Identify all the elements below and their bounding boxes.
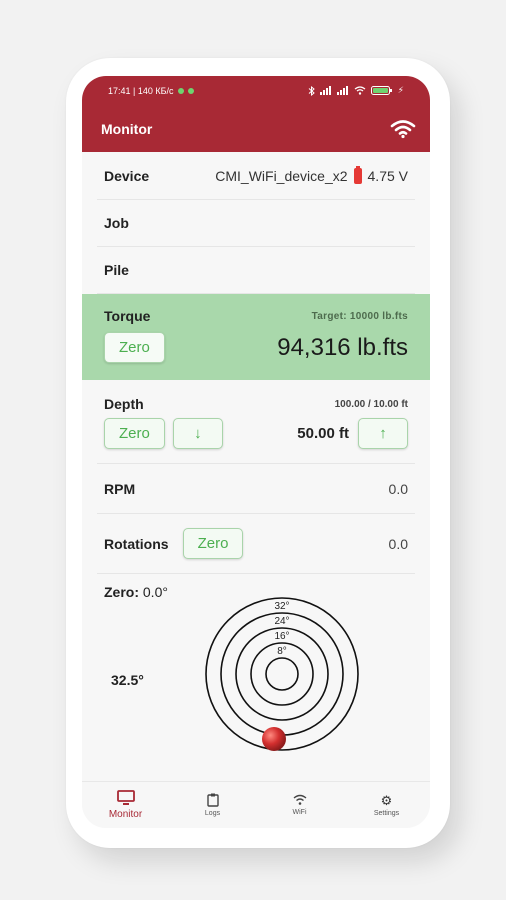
inclination-angle: 32.5° [111, 672, 144, 688]
pile-label: Pile [104, 262, 129, 278]
status-bar: 17:41 | 140 КБ/с ⚡ [82, 76, 430, 105]
app-screen: 17:41 | 140 КБ/с ⚡ Monitor Device CMI_Wi… [82, 76, 430, 828]
status-time: 17:41 | 140 КБ/с [108, 85, 174, 96]
nav-label-wifi: WiFi [292, 809, 307, 816]
torque-target: Target: 10000 lb.fts [311, 310, 408, 322]
rotations-label: Rotations [104, 535, 169, 552]
monitor-icon [116, 790, 135, 805]
rotations-zero-button[interactable]: Zero [182, 528, 244, 559]
depth-down-button[interactable]: ↓ [172, 418, 223, 449]
rotations-value: 0.0 [388, 535, 408, 552]
ring-label-24: 24° [274, 616, 289, 627]
depth-range: 100.00 / 10.00 ft [334, 398, 408, 410]
depth-up-button[interactable]: ↑ [358, 418, 408, 449]
inclinometer-zero-prefix: Zero: [104, 584, 139, 600]
inclinometer-panel: Zero: 0.0° 32.5° 32° 24° 16° 8° [97, 574, 415, 779]
signal-icon [319, 86, 331, 95]
nav-item-monitor[interactable]: Monitor [82, 782, 169, 828]
device-name: CMI_WiFi_device_x2 [215, 167, 348, 184]
ring-label-16: 16° [274, 631, 289, 642]
inclinometer-target: 32° 24° 16° 8° [205, 597, 359, 751]
app-bar: Monitor [82, 105, 430, 152]
tilt-ball [262, 727, 286, 751]
depth-panel: Depth 100.00 / 10.00 ft Zero ↓ 50.00 ft … [97, 380, 415, 464]
notification-dot-icon [177, 87, 184, 94]
nav-item-logs[interactable]: Logs [169, 782, 256, 828]
clipboard-icon [206, 793, 219, 807]
monitor-content: Device CMI_WiFi_device_x2 4.75 V Job Pil… [82, 152, 430, 779]
rpm-row: RPM 0.0 [97, 464, 415, 514]
depth-value: 50.00 ft [297, 425, 349, 442]
page-title: Monitor [101, 120, 153, 137]
pile-row[interactable]: Pile [97, 247, 415, 294]
job-label: Job [104, 215, 129, 231]
ring-label-32: 32° [274, 601, 289, 612]
inclinometer-zero: Zero: 0.0° [104, 584, 168, 600]
depth-zero-button[interactable]: Zero [104, 418, 165, 449]
bottom-navigation: Monitor Logs WiFi ⚙ Settings [82, 781, 430, 828]
rpm-value: 0.0 [388, 480, 408, 497]
job-row[interactable]: Job [97, 200, 415, 247]
bluetooth-icon [308, 85, 315, 96]
notification-dot-icon [187, 87, 194, 94]
device-label: Device [104, 167, 150, 184]
rotations-row: Rotations Zero 0.0 [97, 514, 415, 574]
nav-label-monitor: Monitor [108, 809, 143, 820]
ring-label-8: 8° [277, 646, 287, 657]
nav-item-wifi[interactable]: WiFi [256, 782, 343, 828]
rpm-label: RPM [104, 480, 136, 497]
battery-icon [353, 165, 362, 184]
torque-zero-button[interactable]: Zero [104, 332, 165, 363]
nav-item-settings[interactable]: ⚙ Settings [343, 782, 430, 828]
battery-status-icon [370, 86, 392, 95]
depth-label: Depth [104, 396, 144, 412]
wifi-icon [293, 794, 306, 805]
nav-label-logs: Logs [204, 810, 221, 817]
wifi-icon[interactable] [390, 119, 416, 139]
nav-label-settings: Settings [373, 809, 400, 817]
device-voltage: 4.75 V [367, 167, 408, 184]
device-row: Device CMI_WiFi_device_x2 4.75 V [97, 152, 415, 200]
gear-icon: ⚙ [380, 792, 393, 808]
inclinometer-zero-value: 0.0° [142, 584, 168, 600]
charging-icon: ⚡ [397, 85, 404, 95]
wifi-status-icon [354, 86, 366, 95]
torque-label: Torque [104, 308, 151, 324]
torque-panel: Torque Target: 10000 lb.fts Zero 94,316 … [82, 294, 430, 380]
signal-icon [336, 86, 348, 95]
torque-value: 94,316 lb.fts [277, 333, 408, 361]
